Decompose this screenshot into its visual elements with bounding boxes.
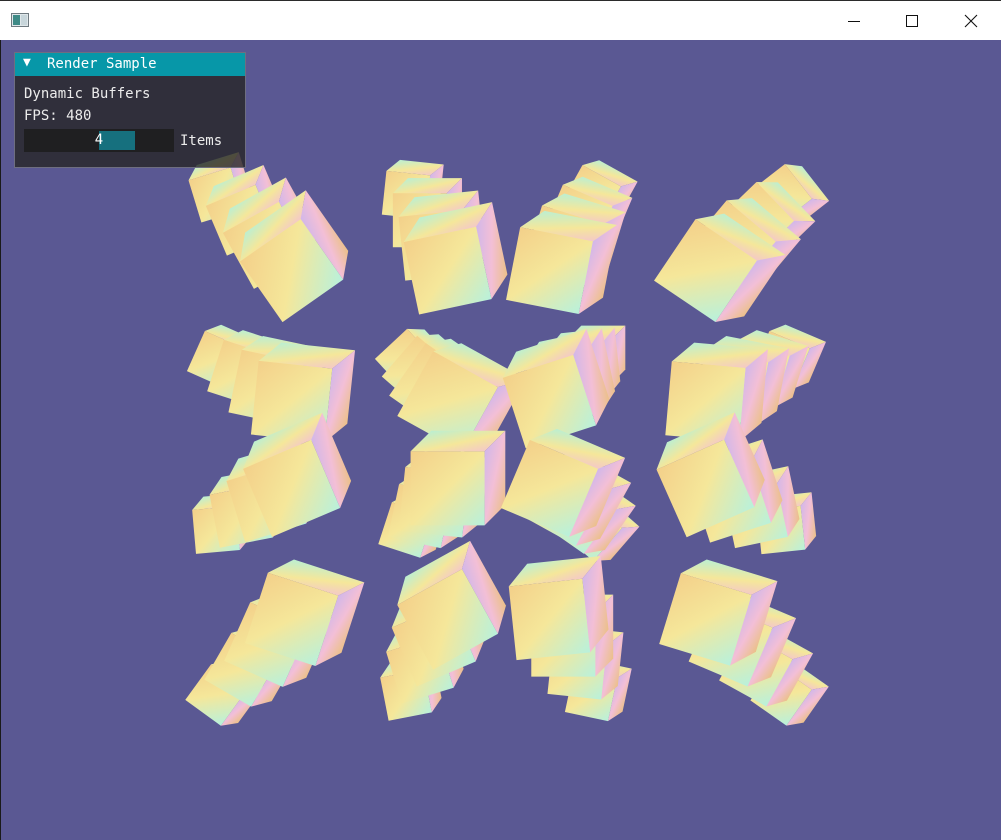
close-icon <box>964 14 978 28</box>
minimize-button[interactable] <box>825 1 883 41</box>
maximize-button[interactable] <box>883 1 941 41</box>
fps-label: FPS: 480 <box>24 108 92 124</box>
cube <box>410 430 506 526</box>
maximize-icon <box>906 15 918 27</box>
items-slider-label: Items <box>180 133 223 149</box>
close-button[interactable] <box>942 1 1000 41</box>
triangle-down-icon[interactable]: ▼ <box>23 55 31 70</box>
items-slider-value: 4 <box>94 132 104 148</box>
render-viewport[interactable]: ▼ Render Sample Dynamic Buffers FPS: 480… <box>0 40 1001 840</box>
window-titlebar[interactable] <box>0 0 1001 40</box>
mode-label: Dynamic Buffers <box>24 86 151 102</box>
render-sample-panel[interactable]: ▼ Render Sample Dynamic Buffers FPS: 480… <box>14 52 246 168</box>
items-slider[interactable]: 4 <box>24 129 174 152</box>
panel-title: Render Sample <box>47 56 157 72</box>
minimize-icon <box>848 21 860 22</box>
panel-header[interactable]: ▼ Render Sample <box>15 53 245 76</box>
cube <box>506 210 618 314</box>
cube <box>508 555 609 661</box>
window-app-icon <box>11 13 29 27</box>
